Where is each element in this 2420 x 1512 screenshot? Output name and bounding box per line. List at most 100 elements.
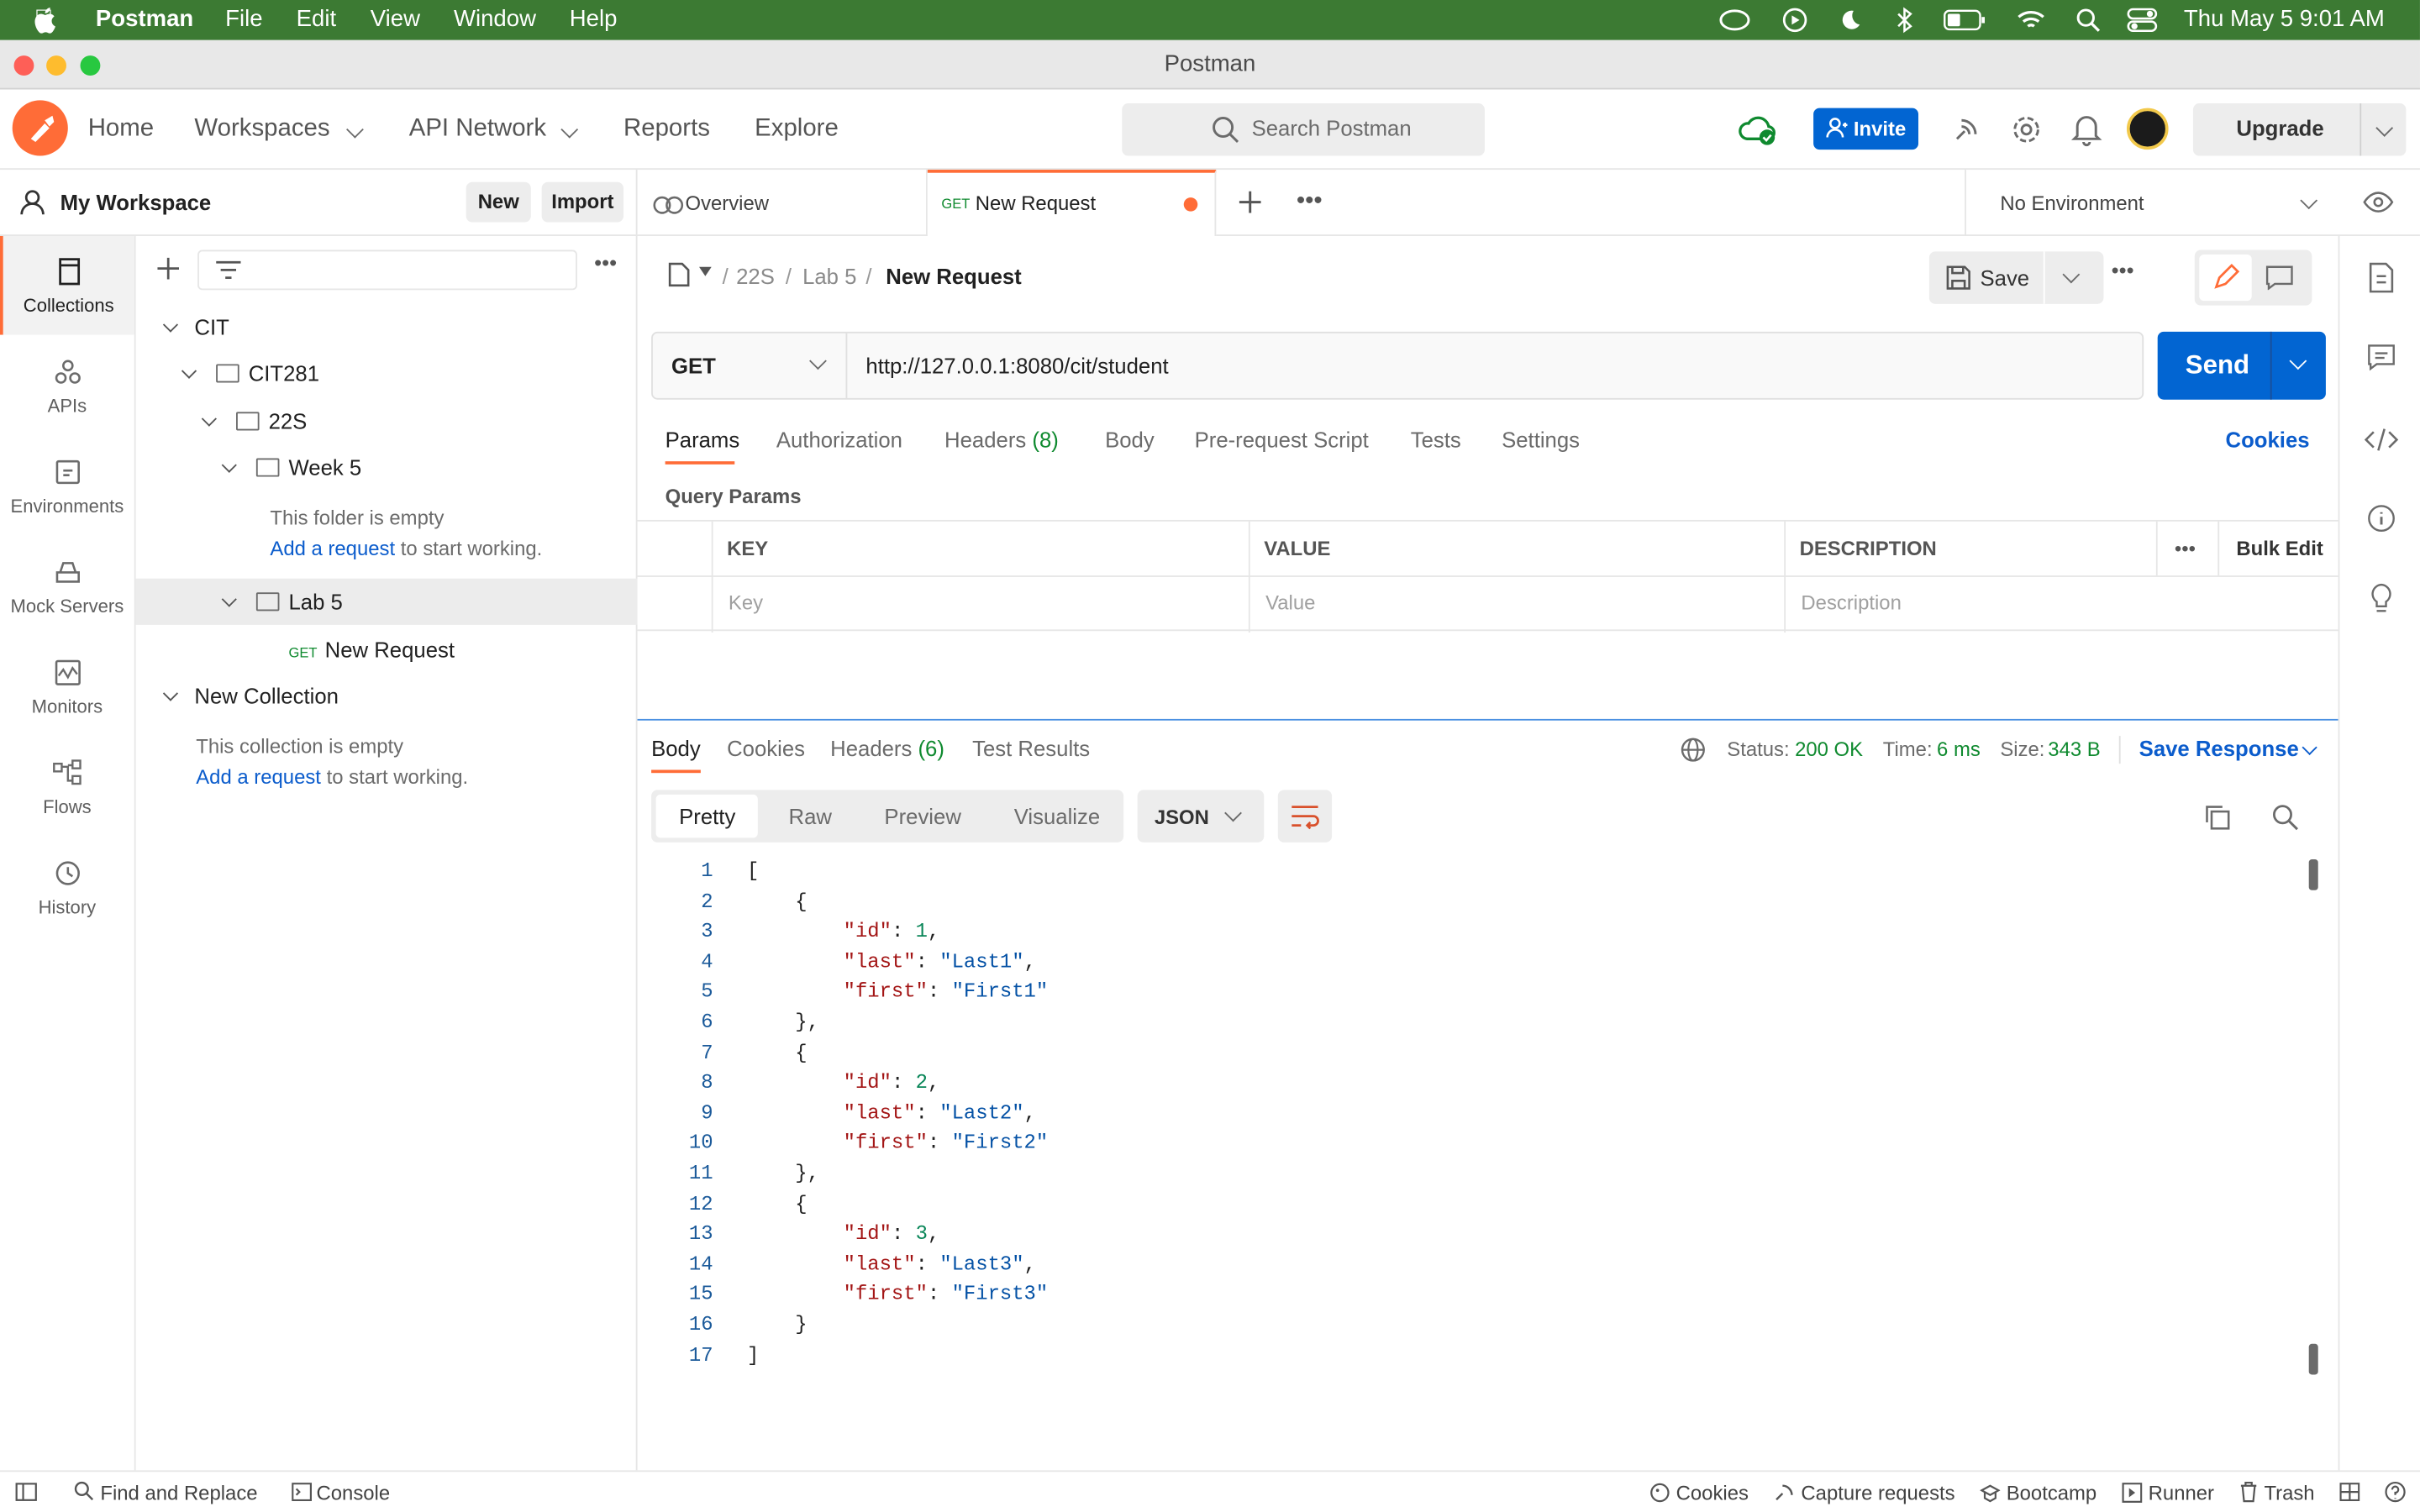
menubar-app-name[interactable]: Postman: [96, 6, 193, 32]
tab-prerequest[interactable]: Pre-request Script: [1195, 428, 1369, 452]
more-options-icon[interactable]: •••: [2112, 260, 2134, 281]
gear-icon[interactable]: [2011, 114, 2042, 145]
format-select[interactable]: JSON: [1137, 790, 1265, 843]
add-request-link[interactable]: Add a request: [270, 537, 395, 560]
bootcamp-button[interactable]: Bootcamp: [2007, 1481, 2097, 1504]
chevron-down-icon[interactable]: [162, 685, 179, 701]
battery-icon[interactable]: [1943, 9, 1986, 31]
edit-mode-button[interactable]: [2199, 255, 2252, 302]
more-options-icon[interactable]: •••: [2175, 538, 2196, 559]
new-button[interactable]: New: [466, 181, 531, 223]
chevron-down-icon[interactable]: [181, 363, 197, 379]
creative-cloud-icon[interactable]: [1718, 8, 1751, 32]
comment-icon[interactable]: [2265, 265, 2293, 291]
url-input[interactable]: http://127.0.0.1:8080/cit/student: [865, 354, 1168, 378]
find-and-replace[interactable]: Find and Replace: [100, 1481, 257, 1504]
resp-tab-headers[interactable]: Headers (6): [830, 736, 944, 760]
chevron-down-icon[interactable]: [201, 411, 217, 427]
menubar-datetime[interactable]: Thu May 5 9:01 AM: [2184, 6, 2385, 32]
runner-button[interactable]: Runner: [2149, 1481, 2214, 1504]
search-input[interactable]: Search Postman: [1122, 103, 1485, 156]
nav-api-network[interactable]: API Network: [409, 116, 546, 144]
menu-window[interactable]: Window: [454, 6, 536, 32]
add-request-link[interactable]: Add a request: [196, 765, 321, 789]
invite-button[interactable]: Invite: [1813, 108, 1919, 150]
globe-icon[interactable]: [1681, 738, 1705, 762]
spotlight-search-icon[interactable]: [2075, 8, 2101, 32]
more-tabs-icon[interactable]: •••: [1297, 189, 1323, 213]
view-visualize[interactable]: Visualize: [1014, 804, 1100, 828]
tree-item-week5[interactable]: Week 5: [221, 455, 361, 480]
mode-toggle[interactable]: [2194, 249, 2312, 306]
moon-icon[interactable]: [1839, 8, 1863, 32]
code-icon[interactable]: [2364, 428, 2399, 452]
info-icon[interactable]: [2367, 505, 2395, 533]
nav-reports[interactable]: Reports: [623, 116, 710, 144]
chevron-down-icon[interactable]: [2375, 119, 2394, 137]
resp-tab-test-results[interactable]: Test Results: [972, 736, 1090, 760]
lightbulb-icon[interactable]: [2367, 583, 2395, 614]
chevron-down-icon[interactable]: [560, 120, 579, 139]
rail-flows[interactable]: Flows: [0, 738, 134, 837]
tab-overview[interactable]: Overview: [638, 170, 928, 237]
tab-authorization[interactable]: Authorization: [776, 428, 902, 452]
tab-headers[interactable]: Headers (8): [944, 428, 1059, 452]
view-preview[interactable]: Preview: [884, 804, 960, 828]
cookies-button[interactable]: Cookies: [1676, 1481, 1749, 1504]
key-input[interactable]: Key: [729, 591, 763, 614]
menu-file[interactable]: File: [225, 6, 262, 32]
tree-item-cit[interactable]: CIT: [162, 315, 229, 339]
rail-collections[interactable]: Collections: [0, 236, 134, 335]
bell-icon[interactable]: [2070, 113, 2102, 147]
unsaved-dot[interactable]: [1183, 197, 1198, 212]
upgrade-button[interactable]: Upgrade: [2192, 103, 2407, 156]
sidebar-toggle-icon[interactable]: [15, 1483, 37, 1501]
page-title[interactable]: New Request: [886, 264, 1021, 288]
workspace-name[interactable]: My Workspace: [60, 190, 212, 214]
save-button[interactable]: Save: [1928, 251, 2104, 304]
tree-item-cit281[interactable]: CIT281: [181, 361, 319, 386]
tree-item-22s[interactable]: 22S: [201, 409, 307, 433]
tree-item-new-request[interactable]: GET New Request: [288, 638, 455, 662]
chevron-down-icon[interactable]: [2289, 352, 2307, 370]
breadcrumb-22s[interactable]: 22S: [736, 264, 775, 288]
send-button[interactable]: Send: [2157, 331, 2326, 400]
postman-logo[interactable]: [12, 100, 68, 156]
capture-requests-button[interactable]: Capture requests: [1801, 1481, 1954, 1504]
layout-icon[interactable]: [2339, 1483, 2360, 1502]
caret-down-icon[interactable]: [699, 266, 712, 276]
view-pretty[interactable]: Pretty: [679, 804, 735, 828]
tree-item-new-collection[interactable]: New Collection: [162, 684, 339, 708]
method-select[interactable]: GET: [653, 333, 848, 398]
console-button[interactable]: Console: [317, 1481, 391, 1504]
wifi-icon[interactable]: [2016, 8, 2047, 32]
chevron-down-icon[interactable]: [162, 317, 179, 333]
eye-icon[interactable]: [2363, 192, 2394, 213]
rail-mock-servers[interactable]: Mock Servers: [0, 537, 134, 636]
help-icon[interactable]: [2385, 1481, 2407, 1503]
save-response-button[interactable]: Save Response: [2139, 736, 2299, 760]
chevron-down-icon[interactable]: [221, 457, 237, 473]
request-doc-icon[interactable]: [666, 262, 691, 287]
menu-help[interactable]: Help: [570, 6, 618, 32]
response-code-view[interactable]: 1 [2 {3 "id": 1, 4 "last": "Last1", 5 "firs…: [0, 859, 2315, 1383]
apple-logo-icon[interactable]: [34, 6, 58, 34]
view-raw[interactable]: Raw: [789, 804, 832, 828]
nav-workspaces[interactable]: Workspaces: [194, 116, 329, 144]
chevron-down-icon[interactable]: [221, 591, 237, 607]
control-center-icon[interactable]: [2127, 8, 2158, 33]
pane-splitter[interactable]: [637, 718, 2338, 721]
copy-icon[interactable]: [2204, 804, 2232, 832]
description-input[interactable]: Description: [1801, 591, 1901, 614]
avatar[interactable]: [2126, 108, 2169, 150]
value-input[interactable]: Value: [1265, 591, 1315, 614]
resp-tab-body[interactable]: Body: [651, 736, 701, 760]
rail-environments[interactable]: Environments: [0, 437, 134, 536]
tab-tests[interactable]: Tests: [1411, 428, 1461, 452]
rail-monitors[interactable]: Monitors: [0, 638, 134, 737]
tree-item-lab5[interactable]: Lab 5: [221, 590, 343, 614]
nav-home[interactable]: Home: [88, 116, 154, 144]
tab-params[interactable]: Params: [666, 428, 740, 452]
menu-edit[interactable]: Edit: [297, 6, 336, 32]
more-options-icon[interactable]: •••: [594, 251, 617, 273]
